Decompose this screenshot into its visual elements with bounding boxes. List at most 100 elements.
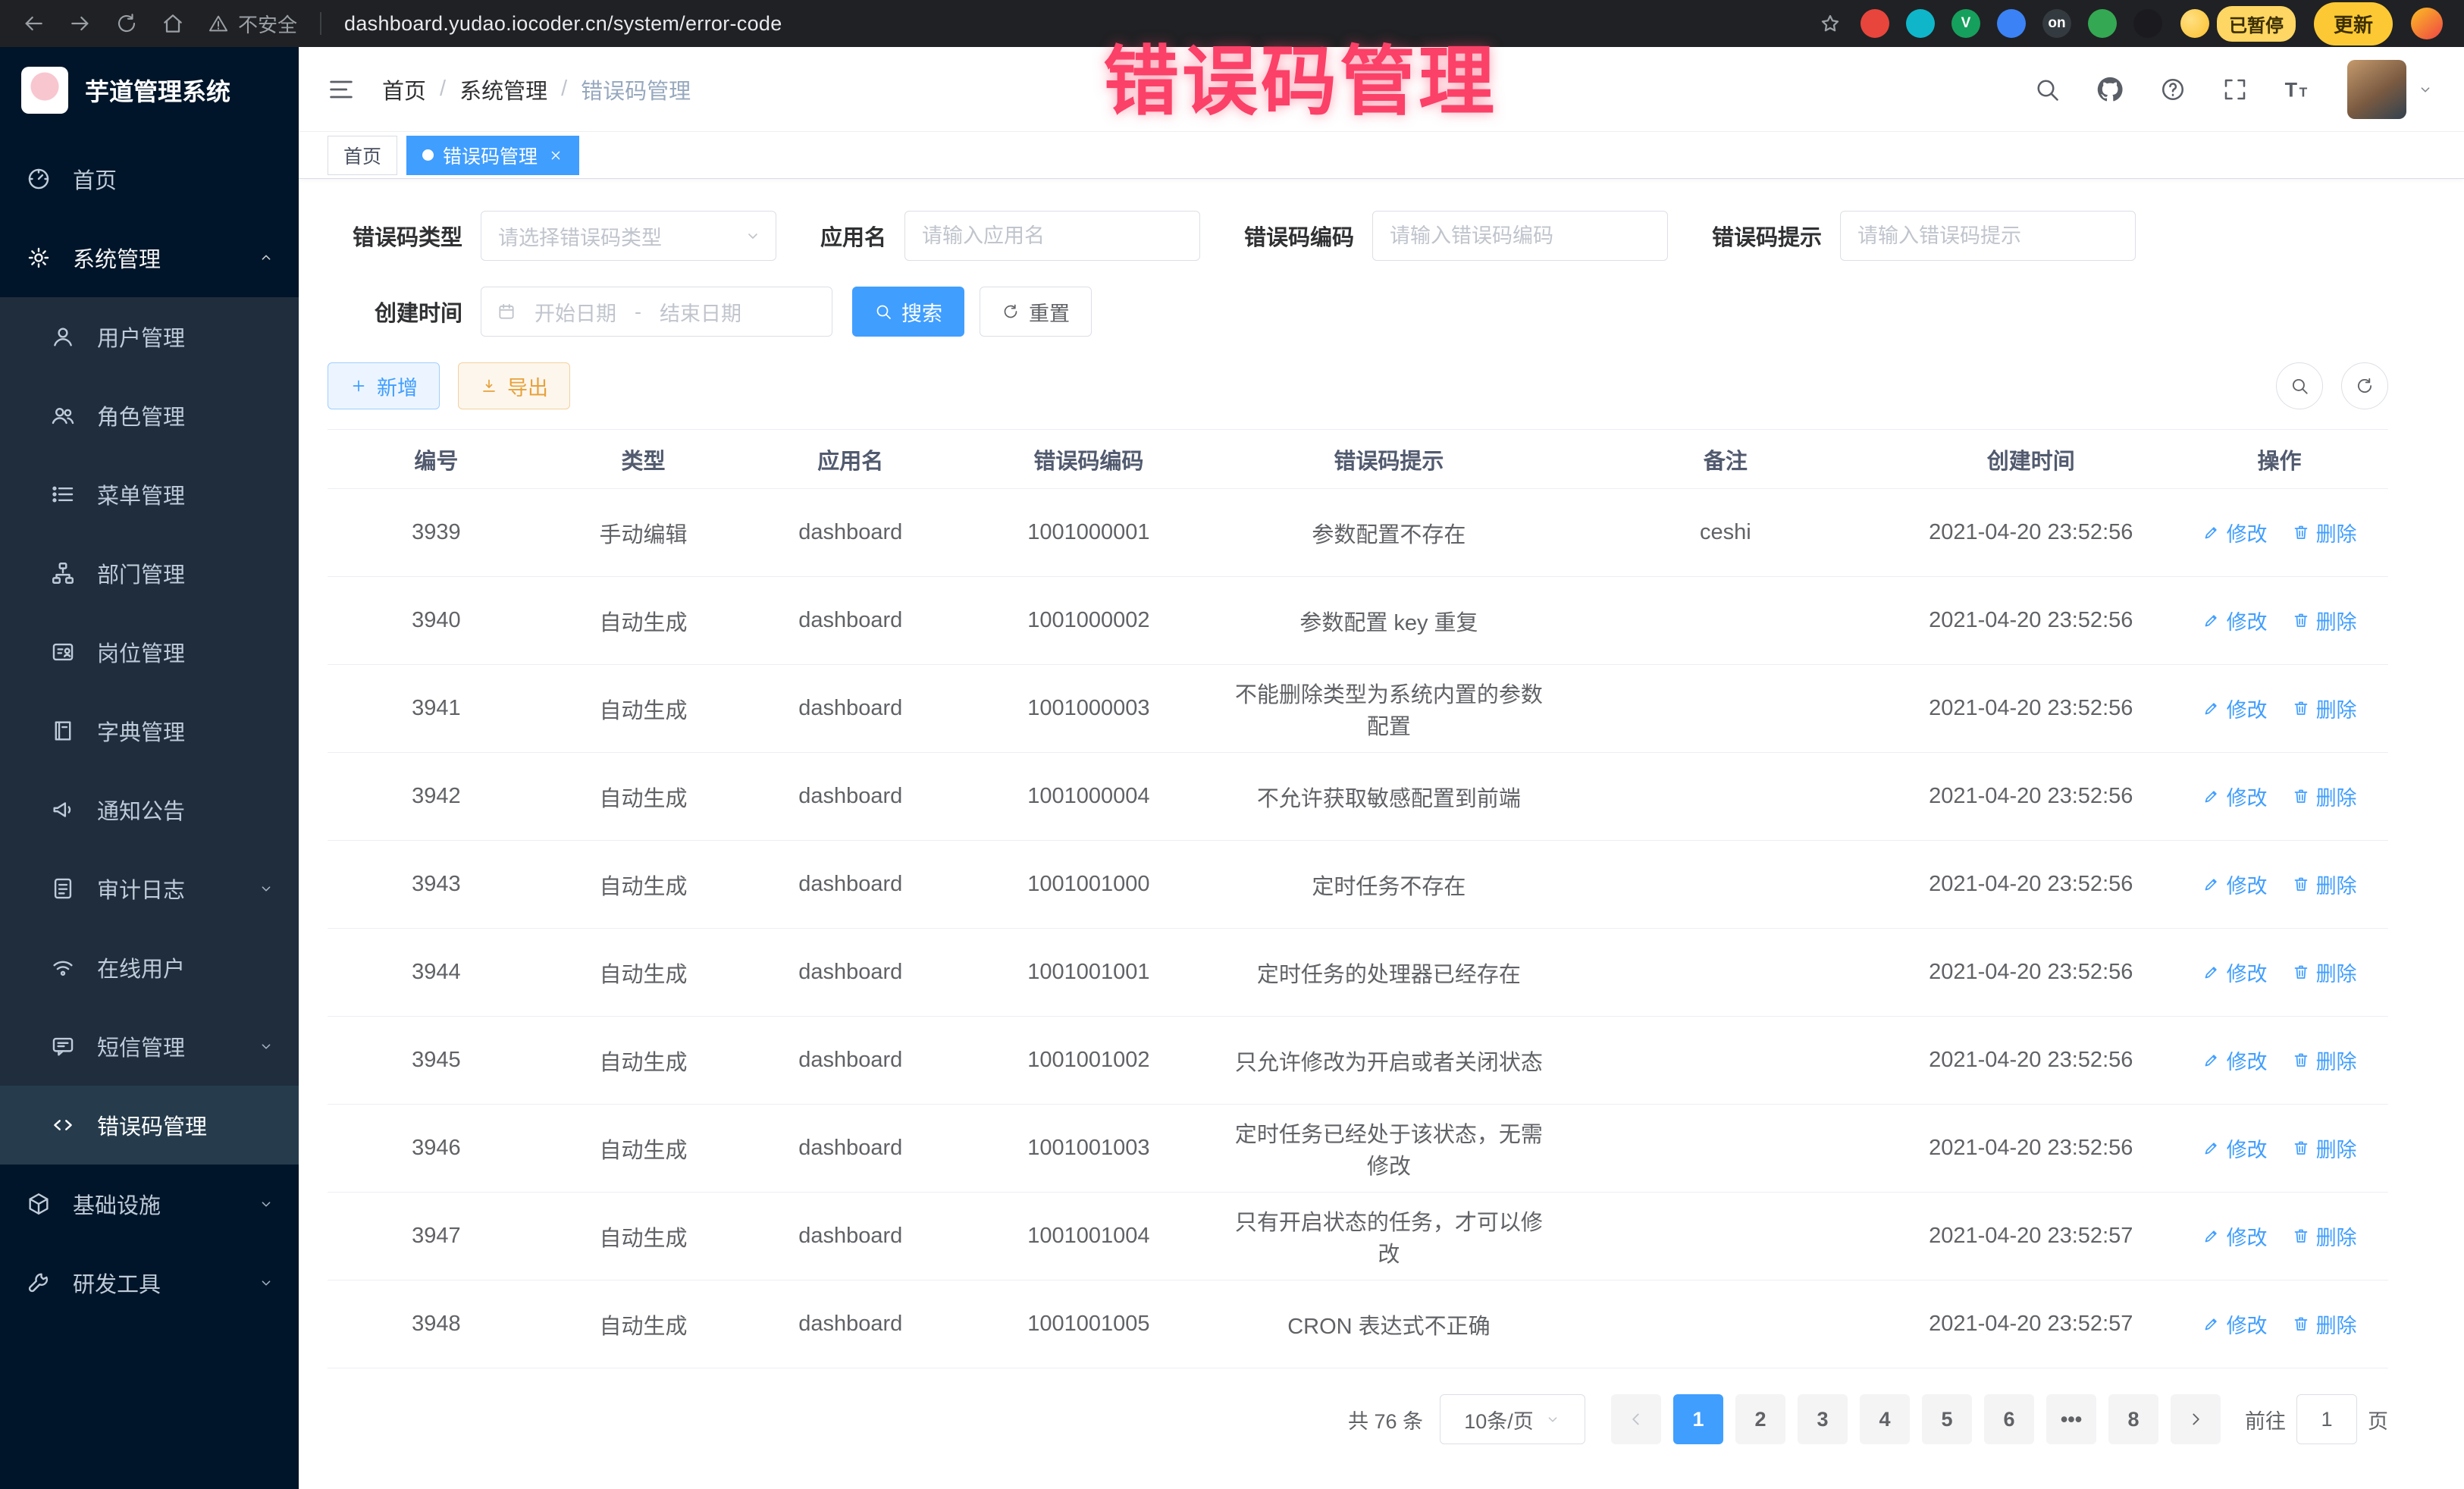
sidebar-item-audit-log[interactable]: 审计日志 <box>0 849 299 928</box>
delete-link[interactable]: 删除 <box>2292 1221 2357 1251</box>
delete-icon <box>2292 875 2310 893</box>
edit-link[interactable]: 修改 <box>2202 1133 2268 1163</box>
reload-icon[interactable] <box>115 12 138 35</box>
browser-update-button[interactable]: 更新 <box>2314 2 2393 45</box>
pager-page-5[interactable]: 5 <box>1922 1394 1972 1444</box>
export-button[interactable]: 导出 <box>458 362 570 409</box>
breadcrumb-system[interactable]: 系统管理 <box>459 74 547 105</box>
sidebar-item-dev-tools[interactable]: 研发工具 <box>0 1243 299 1322</box>
pager-page-1[interactable]: 1 <box>1673 1394 1723 1444</box>
extension-blue-grid-icon[interactable] <box>1997 9 2026 38</box>
app-logo[interactable]: 芋道管理系统 <box>0 47 299 133</box>
sidebar-item-system[interactable]: 系统管理 <box>0 218 299 297</box>
column-header: 编号 <box>328 430 545 489</box>
tab-home[interactable]: 首页 <box>328 136 397 175</box>
sidebar-item-online-user[interactable]: 在线用户 <box>0 928 299 1007</box>
sidebar-item-home[interactable]: 首页 <box>0 139 299 218</box>
forward-icon[interactable] <box>68 11 92 36</box>
edit-link[interactable]: 修改 <box>2202 694 2268 723</box>
app-header: 首页 / 系统管理 / 错误码管理 TT <box>299 47 2464 132</box>
address-url[interactable]: dashboard.yudao.iocoder.cn/system/error-… <box>344 12 782 36</box>
user-avatar-menu[interactable] <box>2347 60 2434 119</box>
paused-extension[interactable]: 已暂停 <box>2180 6 2296 42</box>
reset-button[interactable]: 重置 <box>980 287 1092 337</box>
pager-page-3[interactable]: 3 <box>1798 1394 1848 1444</box>
app-name-input[interactable] <box>904 211 1200 261</box>
sidebar-item-user[interactable]: 用户管理 <box>0 297 299 376</box>
breadcrumb-home[interactable]: 首页 <box>382 74 426 105</box>
browser-profile-avatar[interactable] <box>2411 8 2443 39</box>
edit-link[interactable]: 修改 <box>2202 1045 2268 1075</box>
sidebar-item-dict[interactable]: 字典管理 <box>0 691 299 770</box>
sidebar-item-error-code[interactable]: 错误码管理 <box>0 1086 299 1165</box>
tab-label: 首页 <box>343 142 381 169</box>
toggle-search-button[interactable] <box>2276 362 2323 409</box>
cell-code: 1001000002 <box>959 577 1218 665</box>
close-icon[interactable] <box>548 148 563 163</box>
home-icon[interactable] <box>161 11 185 36</box>
next-page-button[interactable] <box>2171 1394 2221 1444</box>
extension-dark-pin-icon[interactable] <box>2133 9 2162 38</box>
edit-link[interactable]: 修改 <box>2202 518 2268 547</box>
delete-link[interactable]: 删除 <box>2292 694 2357 723</box>
delete-link[interactable]: 删除 <box>2292 870 2357 899</box>
extension-teal-drop-icon[interactable] <box>1906 9 1935 38</box>
pager-page-8[interactable]: 8 <box>2108 1394 2158 1444</box>
extensions: Von <box>1861 9 2162 38</box>
sidebar-item-dept[interactable]: 部门管理 <box>0 534 299 613</box>
error-code-input[interactable] <box>1372 211 1668 261</box>
sidebar-item-sms[interactable]: 短信管理 <box>0 1007 299 1086</box>
create-time-range[interactable]: 开始日期 - 结束日期 <box>481 287 832 337</box>
github-icon[interactable] <box>2096 75 2124 104</box>
delete-icon <box>2292 523 2310 541</box>
prev-page-button[interactable] <box>1611 1394 1661 1444</box>
cell-msg: 定时任务不存在 <box>1218 841 1560 929</box>
edit-link[interactable]: 修改 <box>2202 782 2268 811</box>
edit-link[interactable]: 修改 <box>2202 606 2268 635</box>
goto-page-input[interactable] <box>2296 1394 2357 1444</box>
delete-link[interactable]: 删除 <box>2292 1045 2357 1075</box>
delete-link[interactable]: 删除 <box>2292 606 2357 635</box>
tab-error-code[interactable]: 错误码管理 <box>406 136 579 175</box>
add-button[interactable]: 新增 <box>328 362 440 409</box>
delete-link[interactable]: 删除 <box>2292 518 2357 547</box>
extension-on-badge-icon[interactable]: on <box>2042 9 2071 38</box>
delete-link[interactable]: 删除 <box>2292 958 2357 987</box>
cell-id: 3945 <box>328 1017 545 1105</box>
delete-link[interactable]: 删除 <box>2292 1309 2357 1339</box>
edit-link[interactable]: 修改 <box>2202 870 2268 899</box>
sidebar-fold-icon[interactable] <box>326 74 356 105</box>
search-icon[interactable] <box>2033 76 2061 103</box>
delete-link[interactable]: 删除 <box>2292 1133 2357 1163</box>
security-indicator[interactable]: 不安全 <box>208 10 297 38</box>
search-button[interactable]: 搜索 <box>852 287 964 337</box>
pager-ellipsis[interactable]: ••• <box>2046 1394 2096 1444</box>
error-msg-input[interactable] <box>1840 211 2136 261</box>
edit-link[interactable]: 修改 <box>2202 958 2268 987</box>
help-icon[interactable] <box>2159 76 2187 103</box>
bookmark-star-icon[interactable] <box>1818 11 1842 36</box>
font-size-icon[interactable]: TT <box>2284 75 2312 104</box>
page-size-select[interactable]: 10条/页 <box>1440 1394 1585 1444</box>
start-date-placeholder: 开始日期 <box>534 297 616 327</box>
pager-page-2[interactable]: 2 <box>1735 1394 1785 1444</box>
fullscreen-icon[interactable] <box>2221 76 2249 103</box>
sidebar-item-notice[interactable]: 通知公告 <box>0 770 299 849</box>
pager-page-4[interactable]: 4 <box>1860 1394 1910 1444</box>
extension-red-dot-icon[interactable] <box>1861 9 1889 38</box>
pager-page-6[interactable]: 6 <box>1984 1394 2034 1444</box>
edit-link[interactable]: 修改 <box>2202 1221 2268 1251</box>
extension-green-leaf-icon[interactable] <box>2088 9 2117 38</box>
back-icon[interactable] <box>21 11 45 36</box>
delete-link[interactable]: 删除 <box>2292 782 2357 811</box>
sidebar-item-infra[interactable]: 基础设施 <box>0 1165 299 1243</box>
extension-green-v-icon[interactable]: V <box>1951 9 1980 38</box>
sidebar-item-role[interactable]: 角色管理 <box>0 376 299 455</box>
edit-link[interactable]: 修改 <box>2202 1309 2268 1339</box>
cell-time: 2021-04-20 23:52:56 <box>1891 489 2171 577</box>
sidebar-item-menu[interactable]: 菜单管理 <box>0 455 299 534</box>
refresh-table-button[interactable] <box>2341 362 2388 409</box>
edit-icon <box>2202 611 2221 629</box>
error-type-select[interactable]: 请选择错误码类型 <box>481 211 776 261</box>
sidebar-item-post[interactable]: 岗位管理 <box>0 613 299 691</box>
